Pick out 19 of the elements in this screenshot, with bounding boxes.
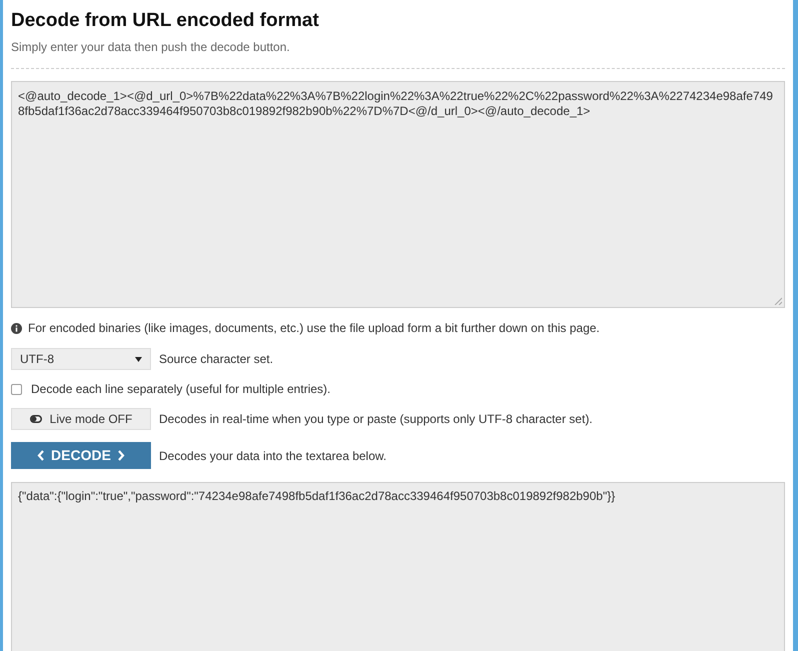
input-textarea[interactable]: <@auto_decode_1><@d_url_0>%7B%22data%22%3A%7B%22login%22%3A%22true%22%2C%22password%22%3A%2274234e98afe7498fb5daf1f36ac2d78acc339464f950703b8c019892f982b90b%22%7D%7D<@/d_url_0><@/auto_decode_1>: [11, 81, 785, 308]
separate-lines-label: Decode each line separately (useful for multiple entries).: [31, 381, 330, 398]
decode-label: Decodes your data into the textarea below.: [159, 448, 386, 464]
decode-button[interactable]: DECODE: [11, 442, 151, 469]
chevron-right-icon: [116, 450, 125, 461]
live-mode-button[interactable]: Live mode OFF: [11, 408, 151, 430]
page-title: Decode from URL encoded format: [11, 10, 320, 32]
charset-label: Source character set.: [159, 351, 274, 368]
live-mode-label: Decodes in real-time when you type or paste (supports only UTF-8 character set).: [159, 411, 593, 428]
charset-select[interactable]: UTF-8: [11, 348, 151, 370]
caret-icon: [135, 356, 142, 362]
separate-lines-checkbox[interactable]: [11, 384, 22, 394]
output-textarea[interactable]: {"data":{"login":"true","password":"74234e98afe7498fb5daf1f36ac2d78acc339464f950703b8c019892f982b90b"}}: [11, 482, 785, 651]
info-icon: [11, 322, 22, 334]
chevron-left-icon: [37, 450, 46, 461]
resize-grip-icon[interactable]: [774, 297, 782, 305]
toggle-icon: [30, 415, 42, 423]
subtitle: Simply enter your data then push the decode button.: [11, 39, 291, 56]
info-text: For encoded binaries (like images, documents, etc.) use the file upload form a bit further down on this page.: [28, 320, 600, 337]
